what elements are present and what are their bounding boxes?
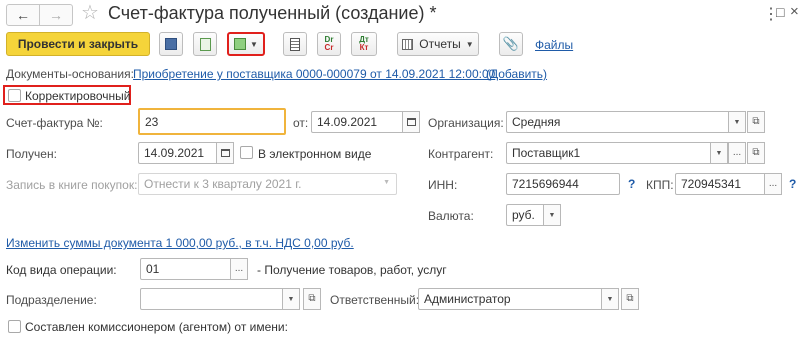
organization-open-button[interactable]: ⧉ [747,111,765,133]
reports-icon [402,38,414,50]
division-input[interactable]: ▼ [140,288,300,310]
change-sums-link[interactable]: Изменить суммы документа 1 000,00 руб., … [6,236,354,250]
open-form-icon: ⧉ [752,147,760,158]
open-form-icon: ⧉ [308,293,316,304]
operation-code-input[interactable]: 01 ... [140,258,248,280]
counterparty-label: Контрагент: [428,147,494,161]
currency-dropdown-button[interactable]: ▼ [543,204,561,226]
kpp-input[interactable]: 720945341 ... [675,173,782,195]
chevron-down-icon: ▼ [465,39,474,49]
create-based-on-button[interactable]: ▼ [227,32,265,56]
arrow-right-icon: → [49,7,63,23]
received-date-input[interactable]: 14.09.2021 [138,142,234,164]
operation-code-label: Код вида операции: [6,263,117,277]
add-base-doc-link[interactable]: (Добавить) [486,67,547,81]
open-form-icon: ⧉ [752,116,760,127]
responsible-label: Ответственный: [330,293,420,307]
responsible-input[interactable]: Администратор ▼ [418,288,619,310]
expand-icon[interactable]: □ [776,4,784,20]
organization-label: Организация: [428,116,504,130]
base-docs-label: Документы-основания: [6,67,134,81]
corrective-label: Корректировочный [25,89,131,103]
ellipsis-icon: ... [768,178,778,189]
organization-input[interactable]: Средняя ▼ [506,111,746,133]
files-link[interactable]: Файлы [535,38,573,52]
dr-cr-button[interactable]: Dr Cr [317,32,341,56]
chevron-down-icon: ▼ [715,150,723,157]
calendar-icon [406,118,416,126]
arrow-left-icon: ← [16,7,30,23]
inn-help-icon[interactable]: ? [628,177,635,191]
responsible-open-button[interactable]: ⧉ [621,288,639,310]
paperclip-icon: 📎 [502,36,520,51]
chevron-down-icon: ▼ [548,212,556,219]
chevron-down-icon: ▼ [606,296,614,303]
chevron-down-icon: ▼ [733,119,741,126]
division-open-button[interactable]: ⧉ [303,288,321,310]
invoice-date-label: от: [293,116,309,130]
ellipsis-icon: ... [732,147,742,158]
reports-button[interactable]: Отчеты ▼ [397,32,479,56]
invoice-date-input[interactable]: 14.09.2021 [311,111,420,133]
nav-group: ← → [6,4,73,26]
electronic-checkbox[interactable] [240,146,253,159]
division-dropdown-button[interactable]: ▼ [282,288,300,310]
purchase-book-select[interactable]: Отнести к 3 кварталу 2021 г. ▼ [138,173,397,195]
kpp-help-icon[interactable]: ? [789,177,796,191]
corrective-checkbox[interactable] [8,89,21,102]
open-form-icon: ⧉ [626,293,634,304]
base-doc-link[interactable]: Приобретение у поставщика 0000-000079 от… [133,67,495,81]
back-button[interactable]: ← [7,5,40,25]
kpp-label: КПП: [646,178,674,192]
calendar-button[interactable] [216,142,234,164]
operation-description: - Получение товаров, работ, услуг [257,263,447,277]
operation-code-select-button[interactable]: ... [230,258,248,280]
inn-label: ИНН: [428,178,458,192]
purchase-book-label: Запись в книге покупок: [6,178,138,192]
chevron-down-icon: ▼ [250,39,258,49]
division-label: Подразделение: [6,293,97,307]
inn-input[interactable]: 7215696944 [506,173,620,195]
chevron-down-icon: ▼ [287,296,295,303]
electronic-label: В электронном виде [258,147,372,161]
currency-select[interactable]: руб. ▼ [506,204,561,226]
chevron-down-icon: ▼ [383,179,390,186]
agent-checkbox[interactable] [8,320,21,333]
invoice-number-input[interactable]: 23 [138,108,286,135]
post-document-icon [199,37,211,51]
responsible-dropdown-button[interactable]: ▼ [601,288,619,310]
invoice-number-label: Счет-фактура №: [6,116,103,130]
dt-kt-button[interactable]: Дт Кт [351,32,377,56]
save-button[interactable] [159,32,183,56]
attach-button[interactable]: 📎 [499,32,523,56]
window-title: Счет-фактура полученный (создание) * [108,3,437,23]
received-label: Получен: [6,147,57,161]
counterparty-select-button[interactable]: ... [728,142,746,164]
organization-dropdown-button[interactable]: ▼ [728,111,746,133]
calendar-icon [220,149,230,157]
post-and-close-button[interactable]: Провести и закрыть [6,32,150,56]
create-based-icon [234,38,247,50]
post-button[interactable] [193,32,217,56]
close-icon[interactable]: × [790,3,799,20]
list-button[interactable] [283,32,307,56]
counterparty-dropdown-button[interactable]: ▼ [710,142,728,164]
kpp-select-button[interactable]: ... [764,173,782,195]
calendar-button[interactable] [402,111,420,133]
currency-label: Валюта: [428,209,474,223]
forward-button[interactable]: → [40,5,72,25]
agent-label: Составлен комиссионером (агентом) от име… [25,320,288,334]
favorite-star-icon[interactable]: ☆ [81,2,99,24]
floppy-disk-icon [165,38,177,50]
ellipsis-icon: ... [234,263,244,274]
counterparty-open-button[interactable]: ⧉ [747,142,765,164]
counterparty-input[interactable]: Поставщик1 ▼ ... [506,142,746,164]
list-document-icon [290,37,300,51]
